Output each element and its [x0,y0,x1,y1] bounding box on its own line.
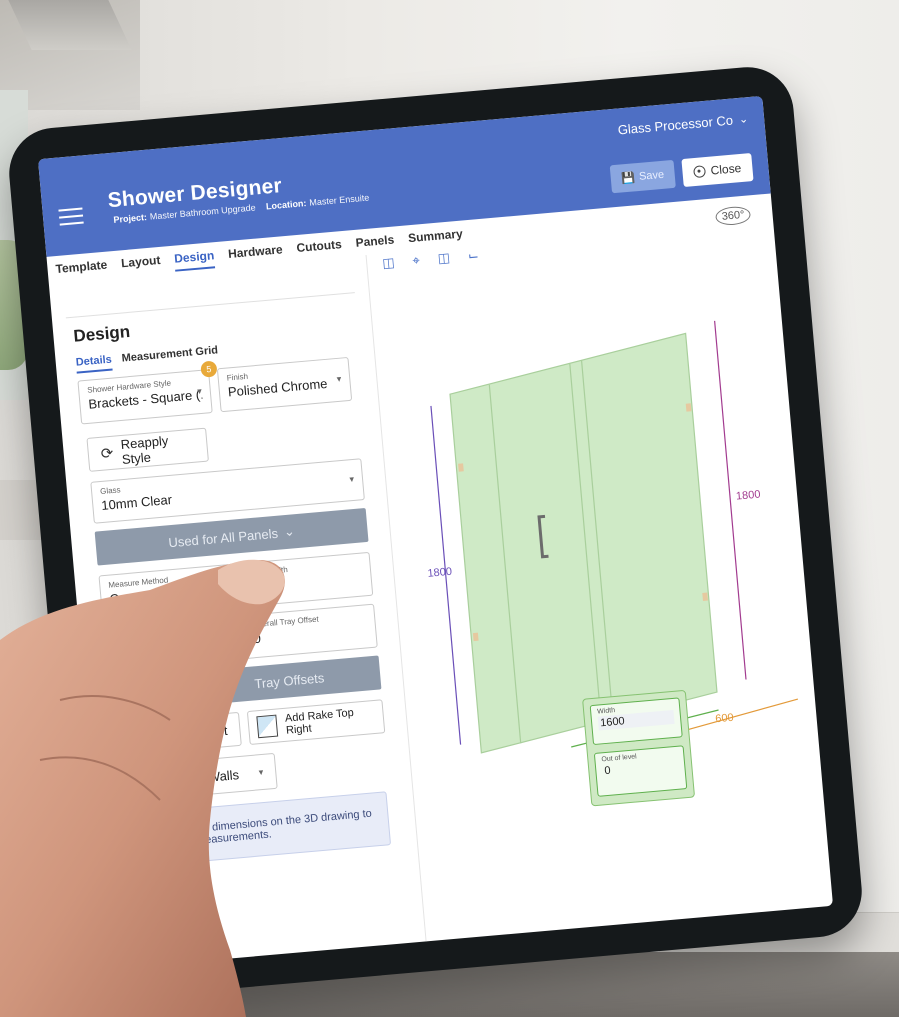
project-label: Project: [113,211,148,225]
subtab-details[interactable]: Details [75,353,113,374]
bracket [702,592,708,601]
width-input[interactable]: Width 1600 [589,697,683,746]
status-badge: 5 [200,360,218,378]
close-label: Close [710,160,742,178]
close-button[interactable]: Close [681,153,754,188]
chevron-down-icon: ⌄ [283,523,296,540]
company-selector[interactable]: Glass Processor Co ⌄ [617,111,749,138]
close-icon [693,165,707,179]
location-label: Location: [265,198,307,212]
tablet-screen: Shower Designer Project: Master Bathroom … [37,95,834,970]
tab-hardware[interactable]: Hardware [227,242,283,267]
company-name: Glass Processor Co [617,112,734,138]
cube-view-icon[interactable]: ◫ [382,255,396,272]
side-view-icon[interactable]: ⌙ [467,247,479,264]
add-rake-top-right-button[interactable]: Add Rake Top Right [246,699,386,745]
tab-layout[interactable]: Layout [121,253,162,276]
tab-cutouts[interactable]: Cutouts [296,237,343,261]
chevron-down-icon: ⌄ [738,113,749,126]
tab-template[interactable]: Template [55,258,108,282]
rake-left-label: p Left [194,722,229,741]
out-of-level-input[interactable]: Out of level 0 [593,745,688,797]
measure-method-select[interactable]: Measure Method Centreline Glass ▾ [98,564,234,620]
chevron-down-icon: ▾ [258,766,264,777]
rotate-360-icon[interactable]: 360° [715,205,752,227]
finish-select[interactable]: Finish Polished Chrome ▾ [216,356,353,413]
overall-tray-offset-field[interactable]: Overall Tray Offset 0 [242,603,378,659]
save-button[interactable]: 💾 Save [609,159,676,194]
location-value: Master Ensuite [308,192,370,208]
reapply-style-label: Reapply Style [120,432,169,468]
width-bottom-label[interactable]: 600 [715,712,734,726]
used-for-all-label: Used for All Panels [167,525,279,550]
bracket [685,403,692,412]
refresh-icon: ⟳ [100,444,115,463]
reapply-style-button[interactable]: ⟳ Reapply Style [86,427,209,472]
design-heading: Design [72,321,131,346]
menu-icon[interactable] [58,206,84,228]
chevron-down-icon: ▾ [336,373,342,385]
info-text: Click the dimensions on the 3D drawing t… [166,807,373,850]
gap-under-door-field[interactable]: Gap Under Door Default [103,615,239,672]
rake-icon [256,714,279,739]
tab-design[interactable]: Design [173,248,216,272]
add-rake-left-button[interactable]: p Left [111,711,242,757]
tab-panels[interactable]: Panels [355,233,395,256]
walls-select[interactable]: Both Walls ▾ [115,752,278,803]
bracket [472,632,479,642]
save-icon: 💾 [620,171,636,185]
walls-label: Both Walls [176,766,240,787]
save-label: Save [638,168,665,183]
tab-summary[interactable]: Summary [408,227,464,252]
tray-offsets-label: Tray Offsets [253,669,325,691]
chevron-down-icon: ▾ [196,385,203,397]
height-left-label[interactable]: 1800 [427,566,452,580]
door-width-field[interactable]: Door Width 600 [237,551,374,608]
bracket [458,463,464,472]
front-view-icon[interactable]: ⌖ [412,252,421,269]
chevron-down-icon: ▾ [217,580,224,592]
chevron-down-icon: ▾ [349,473,355,485]
panel-separator [65,292,355,319]
hardware-style-select[interactable]: Shower Hardware Style Brackets - Square … [77,369,213,425]
top-view-icon[interactable]: ◫ [437,250,451,267]
rake-right-label: Add Rake Top Right [284,706,355,737]
info-message: i Click the dimensions on the 3D drawing… [127,791,392,868]
tablet: Shower Designer Project: Master Bathroom … [5,63,866,1002]
measurement-popup: Width 1600 Out of level 0 [582,689,696,807]
height-right-label[interactable]: 1800 [735,489,760,503]
info-icon: i [144,831,159,846]
